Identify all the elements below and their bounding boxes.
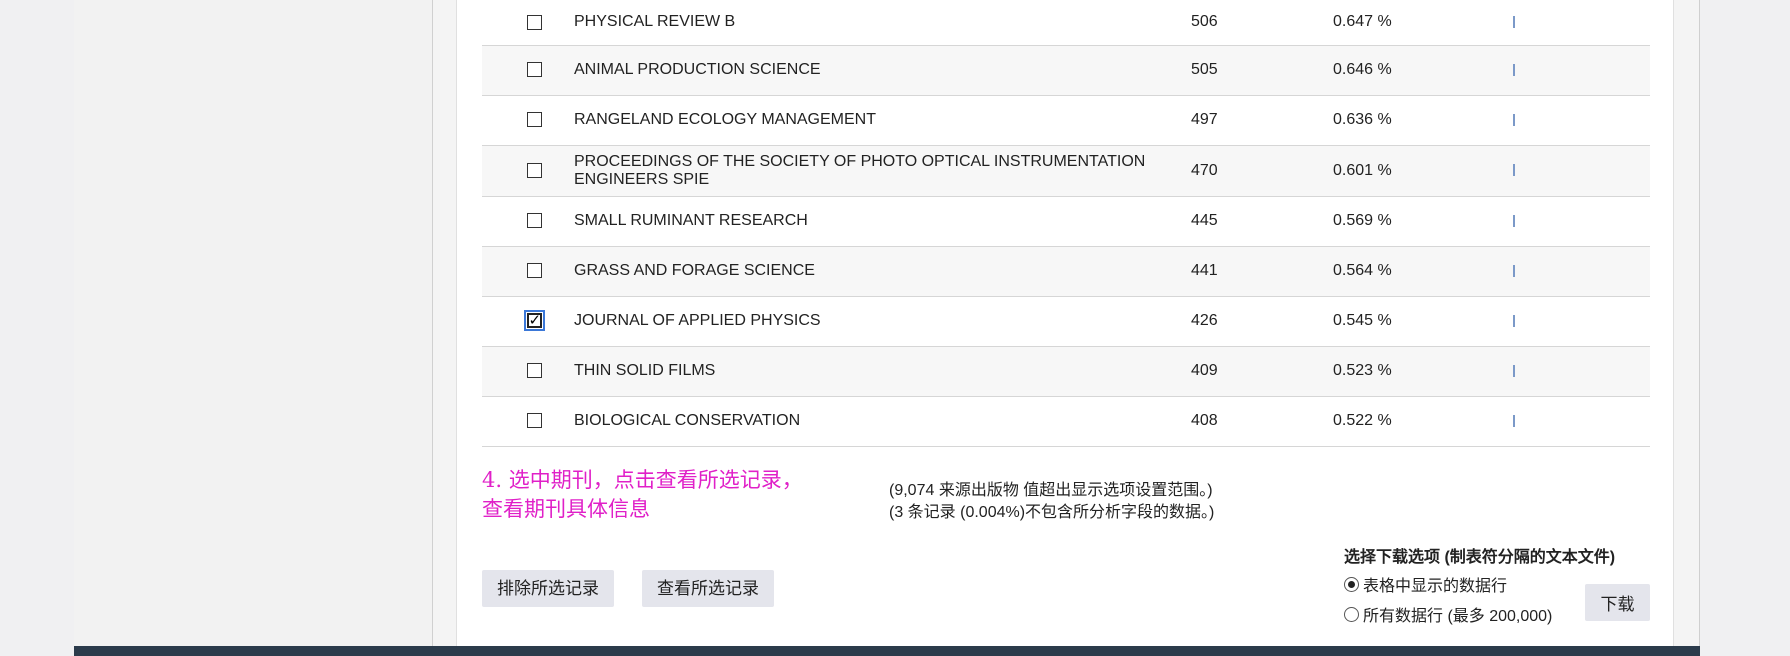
percent-cell: 0.523 % — [1333, 362, 1392, 379]
percent-bar — [1513, 113, 1515, 126]
instruction-annotation: 4. 选中期刊，点击查看所选记录， 查看期刊具体信息 — [482, 466, 862, 524]
download-option-displayed[interactable]: 表格中显示的数据行 — [1344, 576, 1507, 598]
percent-bar — [1513, 164, 1515, 177]
source-title-cell: ANIMAL PRODUCTION SCIENCE — [574, 61, 821, 78]
download-option-all[interactable]: 所有数据行 (最多 200,000) — [1344, 606, 1552, 628]
annotation-line-2: 查看期刊具体信息 — [482, 497, 650, 521]
view-selected-button[interactable]: 查看所选记录 — [642, 570, 774, 607]
bar-cell — [1513, 95, 1650, 145]
row-checkbox[interactable] — [526, 112, 542, 128]
source-title-cell: SMALL RUMINANT RESEARCH — [574, 212, 808, 229]
source-title-cell: THIN SOLID FILMS — [574, 362, 716, 379]
table-row: BIOLOGICAL CONSERVATION 408 0.522 % — [482, 396, 1650, 446]
record-count-cell: 426 — [1191, 312, 1218, 329]
record-count-cell: 445 — [1191, 212, 1218, 229]
percent-cell: 0.569 % — [1333, 212, 1392, 229]
bar-cell — [1513, 0, 1650, 45]
exclude-selected-button[interactable]: 排除所选记录 — [482, 570, 614, 607]
record-count-cell: 409 — [1191, 362, 1218, 379]
record-count-cell: 497 — [1191, 111, 1218, 128]
source-title-cell: GRASS AND FORAGE SCIENCE — [574, 262, 815, 279]
source-title-cell: RANGELAND ECOLOGY MANAGEMENT — [574, 111, 876, 128]
radio-all-rows[interactable] — [1344, 607, 1359, 623]
row-checkbox[interactable] — [523, 310, 545, 332]
row-checkbox-cell — [482, 246, 574, 296]
table-row: SMALL RUMINANT RESEARCH 445 0.569 % — [482, 196, 1650, 246]
percent-bar — [1513, 16, 1515, 29]
row-checkbox[interactable] — [526, 413, 542, 429]
row-checkbox-cell — [482, 296, 574, 346]
note-line-2: (3 条记录 (0.004%)不包含所分析字段的数据。) — [889, 504, 1215, 521]
table-row: ANIMAL PRODUCTION SCIENCE 505 0.646 % — [482, 45, 1650, 95]
percent-bar — [1513, 364, 1515, 377]
row-checkbox-cell — [482, 145, 574, 196]
table-row: PHYSICAL REVIEW B 506 0.647 % — [482, 0, 1650, 45]
source-title-cell: PROCEEDINGS OF THE SOCIETY OF PHOTO OPTI… — [574, 152, 1146, 188]
out-of-range-note: (9,074 来源出版物 值超出显示选项设置范围。) (3 条记录 (0.004… — [889, 480, 1214, 524]
row-checkbox[interactable] — [526, 263, 542, 279]
row-checkbox[interactable] — [526, 363, 542, 379]
source-title-cell: JOURNAL OF APPLIED PHYSICS — [574, 312, 821, 329]
bar-cell — [1513, 145, 1650, 196]
download-option-all-label: 所有数据行 (最多 200,000) — [1363, 608, 1553, 625]
bar-cell — [1513, 396, 1650, 446]
row-checkbox[interactable] — [526, 62, 542, 78]
percent-bar — [1513, 214, 1515, 227]
row-checkbox[interactable] — [526, 213, 542, 229]
percent-cell: 0.545 % — [1333, 312, 1392, 329]
footer-bar — [74, 646, 1700, 656]
row-checkbox[interactable] — [526, 162, 542, 178]
row-checkbox-cell — [482, 196, 574, 246]
table-row: JOURNAL OF APPLIED PHYSICS 426 0.545 % — [482, 296, 1650, 346]
percent-cell: 0.522 % — [1333, 412, 1392, 429]
bar-cell — [1513, 196, 1650, 246]
note-line-1: (9,074 来源出版物 值超出显示选项设置范围。) — [889, 482, 1213, 499]
record-count-cell: 441 — [1191, 262, 1218, 279]
row-checkbox-cell — [482, 0, 574, 45]
percent-bar — [1513, 314, 1515, 327]
percent-cell: 0.601 % — [1333, 161, 1392, 179]
row-checkbox-cell — [482, 95, 574, 145]
percent-bar — [1513, 264, 1515, 277]
percent-cell: 0.636 % — [1333, 111, 1392, 128]
download-options-title: 选择下载选项 (制表符分隔的文本文件) — [1344, 549, 1616, 566]
percent-cell: 0.564 % — [1333, 262, 1392, 279]
record-count-cell: 505 — [1191, 61, 1218, 78]
source-title-cell: BIOLOGICAL CONSERVATION — [574, 412, 801, 429]
table-row: RANGELAND ECOLOGY MANAGEMENT 497 0.636 % — [482, 95, 1650, 145]
row-checkbox[interactable] — [526, 14, 542, 30]
table-row: THIN SOLID FILMS 409 0.523 % — [482, 346, 1650, 396]
percent-cell: 0.646 % — [1333, 61, 1392, 78]
row-checkbox-cell — [482, 396, 574, 446]
percent-cell: 0.647 % — [1333, 13, 1392, 31]
record-count-cell: 506 — [1191, 13, 1218, 31]
row-checkbox-cell — [482, 346, 574, 396]
table-row: GRASS AND FORAGE SCIENCE 441 0.564 % — [482, 246, 1650, 296]
bar-cell — [1513, 296, 1650, 346]
download-option-displayed-label: 表格中显示的数据行 — [1363, 578, 1508, 595]
annotation-line-1: 4. 选中期刊，点击查看所选记录， — [482, 468, 803, 492]
percent-bar — [1513, 414, 1515, 427]
left-filter-panel — [74, 0, 433, 646]
bar-cell — [1513, 346, 1650, 396]
analysis-results-table: PHYSICAL REVIEW B 506 0.647 % ANIMAL PRODUC… — [482, 0, 1650, 447]
radio-displayed-rows[interactable] — [1344, 577, 1359, 593]
table-row: PROCEEDINGS OF THE SOCIETY OF PHOTO OPTI… — [482, 145, 1650, 196]
record-count-cell: 470 — [1191, 161, 1218, 179]
percent-bar — [1513, 63, 1515, 76]
download-button[interactable]: 下载 — [1585, 584, 1650, 621]
record-count-cell: 408 — [1191, 412, 1218, 429]
bar-cell — [1513, 246, 1650, 296]
source-title-cell: PHYSICAL REVIEW B — [574, 13, 736, 31]
row-checkbox-cell — [482, 45, 574, 95]
bar-cell — [1513, 45, 1650, 95]
